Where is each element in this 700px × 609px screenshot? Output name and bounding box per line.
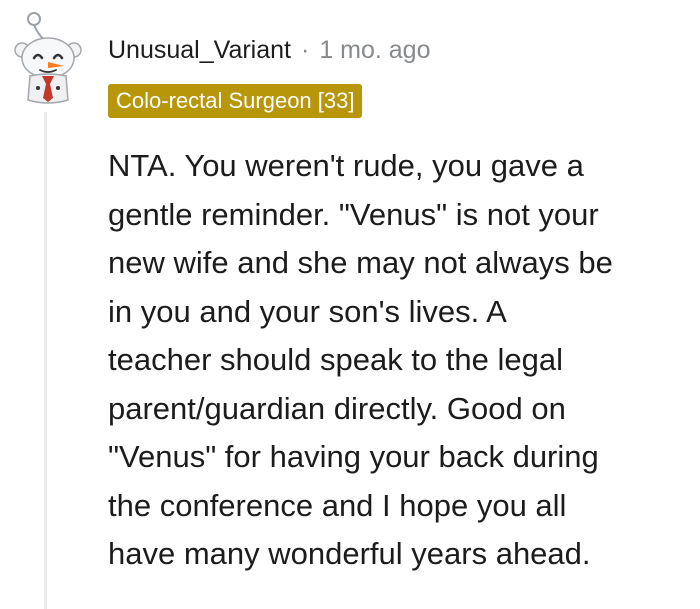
user-flair: Colo-rectal Surgeon [33] [108,84,363,118]
comment-body-line: the conference and I hope you all [108,487,567,523]
comment-body-line: NTA. You weren't rude, you gave a [108,148,584,183]
comment-body-line: gentle reminder. "Venus" is not your [108,196,599,232]
username-link[interactable]: Unusual_Variant [108,36,291,65]
comment-timestamp[interactable]: 1 mo. ago [319,36,430,65]
comment-body-line: parent/guardian directly. Good on [108,390,566,426]
comment-body-line: in you and your son's lives. A [108,293,507,329]
meta-separator: · [300,35,310,64]
comment-body-line: teacher should speak to the legal [108,342,563,377]
thread-collapse-line[interactable] [44,112,47,609]
snoo-avatar-icon[interactable] [8,10,88,106]
comment-meta: Unusual_Variant · 1 mo. ago [108,32,431,68]
comment-body-line: "Venus" for having your back during [108,439,599,474]
comment: Unusual_Variant · 1 mo. ago Colo-rectal … [0,0,700,609]
comment-body-line: have many wonderful years ahead. [108,536,591,571]
comment-body-line: new wife and she may not always be [108,245,613,280]
comment-body: NTA. You weren't rude, you gave a gentle… [108,142,698,579]
